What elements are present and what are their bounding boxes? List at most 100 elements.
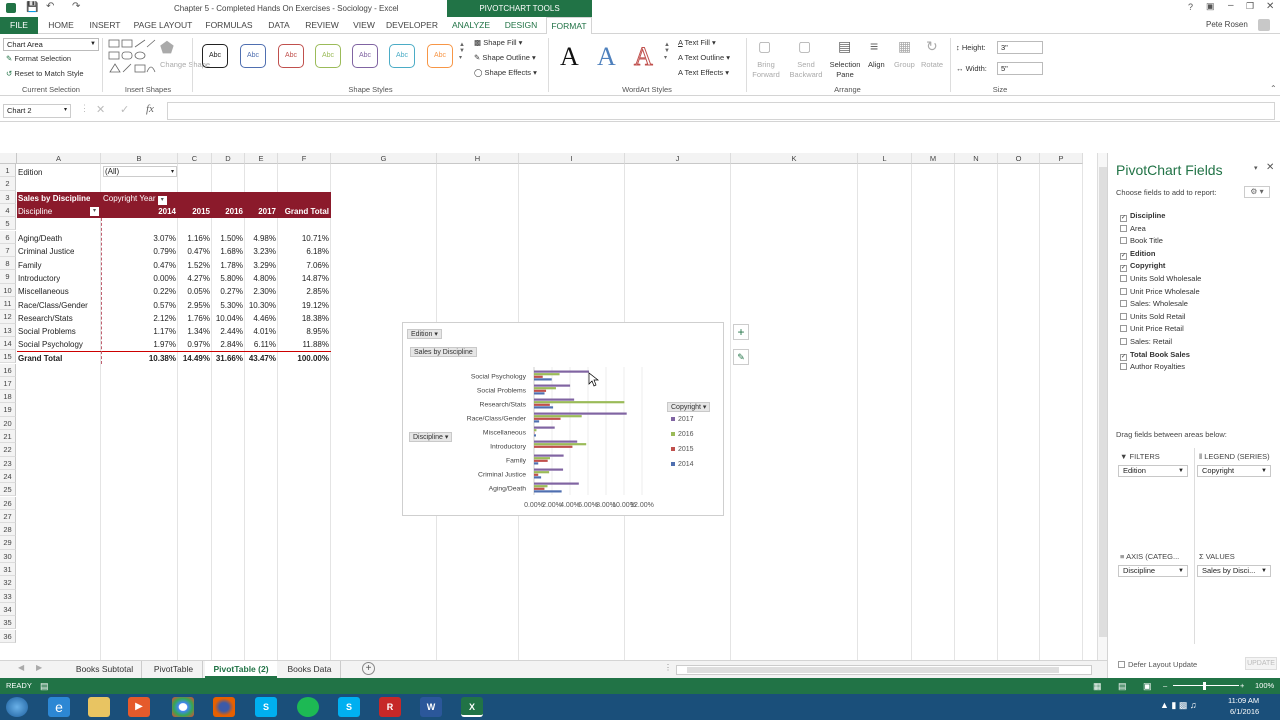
field-item[interactable]: Book Title bbox=[1120, 236, 1163, 245]
value-cell[interactable]: 14.87% bbox=[278, 272, 331, 285]
value-cell[interactable]: 4.80% bbox=[245, 272, 278, 285]
checkbox[interactable] bbox=[1120, 363, 1127, 371]
field-item[interactable]: Units Sold Wholesale bbox=[1120, 274, 1201, 283]
value-cell[interactable]: 0.05% bbox=[178, 285, 212, 298]
checkbox[interactable] bbox=[1120, 338, 1127, 345]
row-header[interactable]: 15 bbox=[0, 350, 16, 364]
value-cell[interactable]: 2.12% bbox=[103, 312, 178, 325]
chart-value-button[interactable]: Sales by Discipline bbox=[410, 347, 477, 357]
enter-icon[interactable]: ✓ bbox=[120, 103, 129, 116]
sheet-tab-pivottable[interactable]: PivotTable bbox=[145, 661, 203, 678]
row-label[interactable]: Miscellaneous bbox=[18, 285, 69, 298]
value-cell[interactable]: 7.06% bbox=[278, 259, 331, 272]
reset-style-button[interactable]: ↺ Reset to Match Style bbox=[6, 69, 84, 78]
next-sheet-icon[interactable]: ▶ bbox=[36, 663, 42, 672]
selection-pane-button[interactable]: Selection Pane bbox=[828, 60, 862, 80]
select-all-corner[interactable] bbox=[0, 153, 17, 164]
row-field-header[interactable]: Discipline ▾ bbox=[18, 205, 100, 218]
value-cell[interactable]: 4.46% bbox=[245, 312, 278, 325]
row-header[interactable]: 5 bbox=[0, 217, 16, 231]
value-cell[interactable]: 43.47% bbox=[245, 352, 278, 365]
value-cell[interactable]: 1.68% bbox=[212, 245, 245, 258]
wordart-more-icon[interactable]: ▲ ▼ ▾ bbox=[664, 42, 670, 61]
sheet-tab-pivottable-2[interactable]: PivotTable (2) bbox=[205, 661, 277, 678]
column-header[interactable]: P bbox=[1040, 153, 1083, 164]
value-cell[interactable]: 14.49% bbox=[178, 352, 212, 365]
checkbox[interactable] bbox=[1120, 275, 1127, 282]
shape-style-blue[interactable]: Abc bbox=[240, 44, 266, 68]
row-header[interactable]: 26 bbox=[0, 496, 16, 510]
zoom-slider-thumb[interactable] bbox=[1203, 682, 1206, 690]
checkbox[interactable] bbox=[1120, 287, 1127, 295]
value-cell[interactable]: 10.38% bbox=[103, 352, 178, 365]
row-header[interactable]: 29 bbox=[0, 536, 16, 550]
tab-file[interactable]: FILE bbox=[0, 17, 38, 34]
tab-insert[interactable]: INSERT bbox=[84, 17, 126, 34]
value-cell[interactable]: 1.50% bbox=[212, 232, 245, 245]
field-item[interactable]: Author Royalties bbox=[1120, 362, 1185, 371]
chart-axis-button[interactable]: Discipline ▾ bbox=[409, 432, 453, 442]
align-button[interactable]: Align bbox=[868, 60, 885, 69]
field-item[interactable]: Sales: Retail bbox=[1120, 337, 1172, 346]
shape-style-orange[interactable]: Abc bbox=[427, 44, 453, 68]
value-cell[interactable]: 10.71% bbox=[278, 232, 331, 245]
row-header[interactable]: 27 bbox=[0, 509, 16, 524]
column-header[interactable]: K bbox=[731, 153, 858, 164]
height-input[interactable]: 3" bbox=[997, 41, 1043, 54]
row-header[interactable]: 19 bbox=[0, 403, 16, 417]
value-cell[interactable]: 2.95% bbox=[178, 299, 212, 312]
value-cell[interactable]: 3.23% bbox=[245, 245, 278, 258]
tab-page-layout[interactable]: PAGE LAYOUT bbox=[130, 17, 196, 34]
column-header[interactable]: D bbox=[212, 153, 245, 164]
column-header[interactable]: N bbox=[955, 153, 998, 164]
close-icon[interactable]: ✕ bbox=[1266, 1, 1274, 12]
value-cell[interactable]: 1.34% bbox=[178, 325, 212, 338]
row-label[interactable]: Grand Total bbox=[18, 352, 62, 365]
value-cell[interactable]: 2.84% bbox=[212, 338, 245, 351]
rotate-button[interactable]: Rotate bbox=[921, 60, 943, 69]
field-item[interactable]: Units Sold Retail bbox=[1120, 312, 1185, 321]
shape-style-red[interactable]: Abc bbox=[278, 44, 304, 68]
row-header[interactable]: 7 bbox=[0, 243, 16, 258]
row-header[interactable]: 9 bbox=[0, 270, 16, 284]
row-header[interactable]: 14 bbox=[0, 336, 16, 351]
defer-update-checkbox[interactable]: Defer Layout Update bbox=[1118, 660, 1197, 669]
checkbox[interactable] bbox=[1120, 237, 1127, 245]
insert-function-icon[interactable]: fx bbox=[146, 103, 154, 115]
clock-time[interactable]: 11:09 AM bbox=[1228, 696, 1259, 705]
row-header[interactable]: 34 bbox=[0, 602, 16, 617]
value-cell[interactable]: 3.07% bbox=[103, 232, 178, 245]
value-cell[interactable]: 5.80% bbox=[212, 272, 245, 285]
checkbox[interactable] bbox=[1120, 312, 1127, 320]
row-header[interactable]: 25 bbox=[0, 483, 16, 497]
tab-analyze[interactable]: ANALYZE bbox=[448, 17, 494, 34]
checkbox[interactable]: ✓ bbox=[1120, 353, 1127, 361]
row-label[interactable]: Social Problems bbox=[18, 325, 76, 338]
spotify-icon[interactable] bbox=[297, 697, 319, 717]
tab-formulas[interactable]: FORMULAS bbox=[200, 17, 258, 34]
row-header[interactable]: 18 bbox=[0, 390, 16, 404]
row-header[interactable]: 16 bbox=[0, 363, 16, 377]
media-player-icon[interactable]: ▶ bbox=[128, 697, 150, 717]
format-selection-button[interactable]: ✎ Format Selection bbox=[6, 54, 71, 63]
row-label[interactable]: Social Psychology bbox=[18, 338, 83, 351]
value-cell[interactable]: 1.78% bbox=[212, 259, 245, 272]
row-header[interactable]: 20 bbox=[0, 416, 16, 430]
tab-format[interactable]: FORMAT bbox=[546, 17, 592, 34]
row-header[interactable]: 11 bbox=[0, 297, 16, 311]
row-label[interactable]: Criminal Justice bbox=[18, 245, 74, 258]
excel-icon[interactable]: X bbox=[461, 697, 483, 717]
column-header[interactable]: E bbox=[245, 153, 278, 164]
row-header[interactable]: 35 bbox=[0, 616, 16, 630]
redo-icon[interactable]: ↷ bbox=[72, 1, 80, 12]
value-cell[interactable]: 31.66% bbox=[212, 352, 245, 365]
column-header[interactable]: A bbox=[17, 153, 101, 164]
row-header[interactable]: 32 bbox=[0, 576, 16, 590]
checkbox[interactable] bbox=[1120, 325, 1127, 333]
value-cell[interactable]: 0.57% bbox=[103, 299, 178, 312]
checkbox[interactable] bbox=[1118, 661, 1125, 668]
shape-style-purple[interactable]: Abc bbox=[352, 44, 378, 68]
chart-filter-button[interactable]: Edition ▾ bbox=[407, 329, 442, 339]
tab-review[interactable]: REVIEW bbox=[300, 17, 344, 34]
filter-arrow-icon[interactable]: ▾ bbox=[157, 196, 167, 205]
